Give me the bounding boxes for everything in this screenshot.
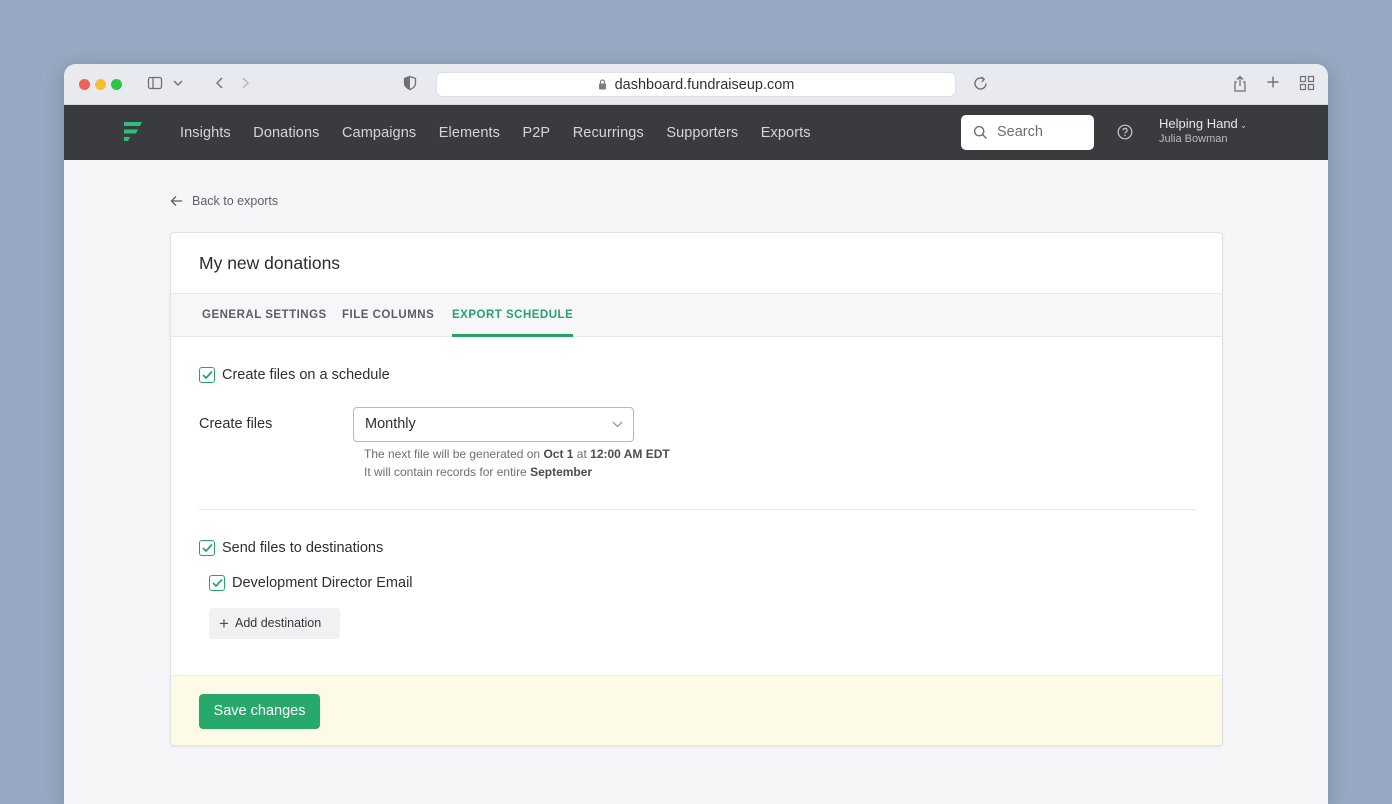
next-file-time: 12:00 AM EDT <box>590 447 670 461</box>
maximize-window-button[interactable] <box>111 79 122 90</box>
back-nav-icon[interactable] <box>215 75 225 93</box>
reload-icon[interactable] <box>972 75 989 93</box>
records-period-hint: It will contain records for entire Septe… <box>364 465 593 479</box>
records-period: September <box>530 465 593 479</box>
section-divider <box>199 509 1195 510</box>
nav-p2p[interactable]: P2P <box>522 125 550 141</box>
close-window-button[interactable] <box>79 79 90 90</box>
url-text: dashboard.fundraiseup.com <box>614 77 795 93</box>
search-placeholder: Search <box>997 124 1043 140</box>
destination-label[interactable]: Development Director Email <box>232 575 413 591</box>
browser-window: dashboard.fundraiseup.com Insights Donat… <box>64 64 1328 804</box>
minimize-window-button[interactable] <box>95 79 106 90</box>
address-bar[interactable]: dashboard.fundraiseup.com <box>436 72 956 97</box>
search-input[interactable]: Search <box>961 115 1094 150</box>
checkmark-icon <box>201 370 213 380</box>
arrow-left-icon <box>170 196 182 206</box>
next-file-hint: The next file will be generated on Oct 1… <box>364 447 670 461</box>
tab-overview-icon[interactable] <box>1299 75 1315 93</box>
destination-checkbox[interactable] <box>209 575 225 591</box>
sidebar-toggle-icon[interactable] <box>147 75 163 93</box>
privacy-shield-icon[interactable] <box>403 75 417 93</box>
new-tab-icon[interactable] <box>1266 75 1280 93</box>
tab-general-settings[interactable]: GENERAL SETTINGS <box>202 294 327 337</box>
save-bar: Save changes <box>171 675 1222 745</box>
nav-supporters[interactable]: Supporters <box>666 125 738 141</box>
chevron-down-icon[interactable] <box>172 75 184 93</box>
schedule-checkbox-label[interactable]: Create files on a schedule <box>222 367 390 383</box>
page-title: My new donations <box>199 253 341 273</box>
checkmark-icon <box>201 543 213 553</box>
org-name: Helping Hand <box>1159 116 1238 131</box>
tab-export-schedule[interactable]: EXPORT SCHEDULE <box>452 294 574 337</box>
plus-icon: + <box>219 614 229 633</box>
app-header: Insights Donations Campaigns Elements P2… <box>64 105 1328 160</box>
nav-recurrings[interactable]: Recurrings <box>573 125 644 141</box>
account-menu[interactable]: Helping Hand ⌄ Julia Bowman <box>1159 116 1247 145</box>
back-to-exports-link[interactable]: Back to exports <box>170 194 278 208</box>
chevron-down-icon: ⌄ <box>1239 120 1248 130</box>
next-file-date: Oct 1 <box>543 447 574 461</box>
main-nav: Insights Donations Campaigns Elements P2… <box>180 105 833 160</box>
tab-file-columns[interactable]: FILE COLUMNS <box>342 294 434 337</box>
save-changes-button[interactable]: Save changes <box>199 694 320 729</box>
search-icon <box>973 125 987 139</box>
nav-elements[interactable]: Elements <box>439 125 500 141</box>
schedule-checkbox[interactable] <box>199 367 215 383</box>
nav-donations[interactable]: Donations <box>253 125 319 141</box>
add-destination-button[interactable]: + Add destination <box>209 608 340 639</box>
user-name: Julia Bowman <box>1159 133 1228 145</box>
checkmark-icon <box>211 578 223 588</box>
export-settings-card: My new donations GENERAL SETTINGS FILE C… <box>170 232 1223 746</box>
send-destinations-label[interactable]: Send files to destinations <box>222 540 383 556</box>
nav-exports[interactable]: Exports <box>761 125 811 141</box>
share-icon[interactable] <box>1232 75 1248 93</box>
frequency-select[interactable]: Monthly <box>353 407 634 442</box>
nav-campaigns[interactable]: Campaigns <box>342 125 416 141</box>
add-destination-label: Add destination <box>235 616 322 630</box>
create-files-label: Create files <box>199 416 273 432</box>
send-destinations-checkbox[interactable] <box>199 540 215 556</box>
browser-toolbar: dashboard.fundraiseup.com <box>64 64 1328 105</box>
back-link-label: Back to exports <box>192 194 279 208</box>
nav-insights[interactable]: Insights <box>180 125 231 141</box>
frequency-value: Monthly <box>365 416 416 432</box>
help-icon[interactable] <box>1117 124 1133 145</box>
tab-bar: GENERAL SETTINGS FILE COLUMNS EXPORT SCH… <box>171 293 1222 337</box>
fundraiseup-logo-icon[interactable] <box>123 121 143 148</box>
forward-nav-icon[interactable] <box>240 75 250 93</box>
lock-icon <box>598 79 606 90</box>
chevron-down-icon <box>612 421 623 428</box>
